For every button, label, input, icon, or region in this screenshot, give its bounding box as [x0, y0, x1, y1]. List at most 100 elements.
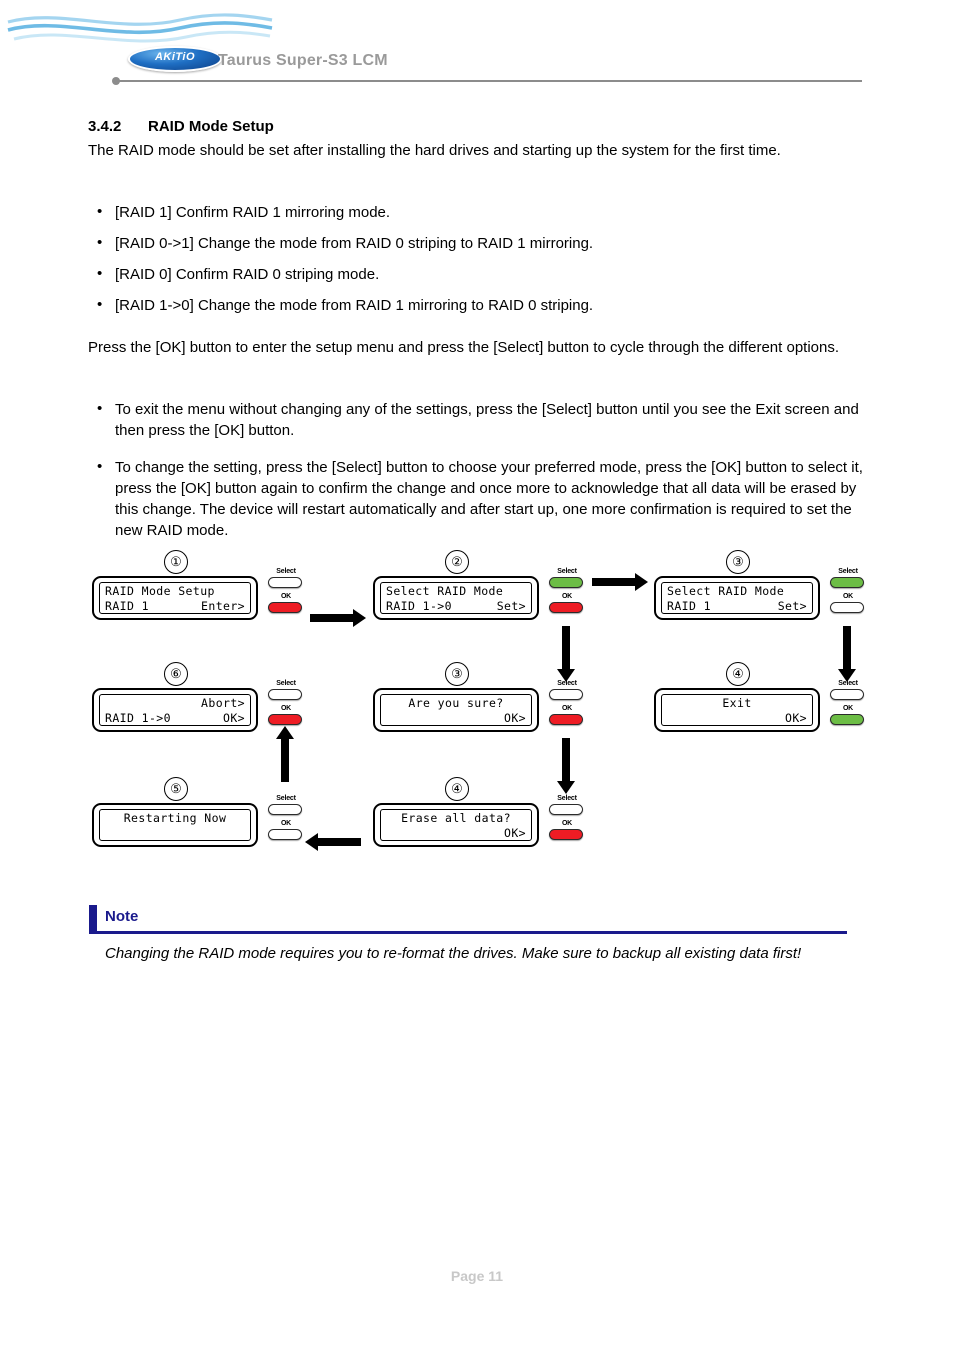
lcd-line-2: RAID 1->0 OK> — [105, 711, 245, 725]
wave-graphic — [7, 13, 273, 43]
step-number: ④ — [445, 777, 469, 801]
lcd-line-2: RAID 1->0 Set> — [386, 599, 526, 613]
ok-button-label: OK — [280, 705, 292, 712]
note-accent-bar — [89, 905, 97, 931]
arrow-r1-c2-to-c3 — [592, 573, 648, 591]
lcd-line-1: Select RAID Mode — [386, 584, 504, 598]
lcd-display: Select RAID Mode RAID 1->0 Set> — [373, 576, 539, 620]
select-button[interactable] — [549, 689, 583, 700]
page-footer: Page 11 — [450, 1268, 504, 1284]
lcd-line-2-right: Set> — [496, 599, 526, 613]
ok-button[interactable] — [268, 714, 302, 725]
button-pair-r1c1: Select OK — [268, 568, 304, 613]
lcd-screen: Select RAID Mode RAID 1 Set> — [661, 582, 813, 614]
select-button-label: Select — [838, 568, 858, 575]
select-button-label: Select — [276, 795, 296, 802]
lcd-screen: RAID Mode Setup RAID 1 Enter> — [99, 582, 251, 614]
logo-text: AKiTiO — [154, 51, 196, 63]
ok-button-label: OK — [280, 593, 292, 600]
lcd-display: Exit OK> — [654, 688, 820, 732]
lcd-screen: Exit OK> — [661, 694, 813, 726]
arrow-r1c3-down — [838, 626, 856, 682]
select-button-label: Select — [276, 568, 296, 575]
select-button[interactable] — [268, 577, 302, 588]
lcd-display: Select RAID Mode RAID 1 Set> — [654, 576, 820, 620]
note-divider — [89, 931, 847, 934]
product-title: Taurus Super-S3 LCM — [218, 52, 388, 69]
list-item: To exit the menu without changing any of… — [88, 398, 878, 441]
button-pair-r3c1: Select OK — [268, 795, 304, 840]
lcd-line-2: OK> — [504, 826, 526, 840]
lcd-line-2: RAID 1 Set> — [667, 599, 807, 613]
select-button[interactable] — [830, 577, 864, 588]
arrow-r1-c1-to-c2 — [310, 609, 366, 627]
lcd-screen: Restarting Now — [99, 809, 251, 841]
ok-button[interactable] — [549, 602, 583, 613]
lcd-line-2-left: RAID 1->0 — [105, 711, 171, 725]
note-body: Changing the RAID mode requires you to r… — [105, 945, 802, 962]
lcd-screen: Abort> RAID 1->0 OK> — [99, 694, 251, 726]
step-number: ① — [164, 550, 188, 574]
section-title: RAID Mode Setup — [148, 118, 274, 135]
ok-button-label: OK — [561, 593, 573, 600]
ok-button[interactable] — [549, 829, 583, 840]
step-number: ④ — [726, 662, 750, 686]
ok-button-label: OK — [561, 820, 573, 827]
select-button[interactable] — [268, 804, 302, 815]
list-item: [RAID 1] Confirm RAID 1 mirroring mode. — [88, 201, 878, 223]
lcd-line-2-right: OK> — [223, 711, 245, 725]
lcd-line-2-left: RAID 1 — [667, 599, 711, 613]
lcd-screen: Erase all data? OK> — [380, 809, 532, 841]
lcd-display: RAID Mode Setup RAID 1 Enter> — [92, 576, 258, 620]
step-number: ③ — [445, 662, 469, 686]
lcd-screen: Select RAID Mode RAID 1->0 Set> — [380, 582, 532, 614]
button-pair-r2c1: Select OK — [268, 680, 304, 725]
button-pair-r2c3: Select OK — [830, 680, 866, 725]
ok-button-label: OK — [561, 705, 573, 712]
instructions-lead: Press the [OK] button to enter the setup… — [88, 339, 840, 356]
arrow-r2c2-down — [557, 738, 575, 794]
select-button[interactable] — [268, 689, 302, 700]
document-page: AKiTiO Taurus Super-S3 LCM 3.4.2 RAID Mod… — [0, 0, 954, 1350]
section-intro: The RAID mode should be set after instal… — [88, 142, 781, 159]
lcd-line-1: RAID Mode Setup — [105, 584, 215, 598]
button-pair-r1c2: Select OK — [549, 568, 585, 613]
raid-setup-flow-diagram: ① RAID Mode Setup RAID 1 Enter> Select O… — [0, 548, 954, 868]
ok-button[interactable] — [830, 602, 864, 613]
section-number: 3.4.2 — [88, 118, 122, 135]
lcd-line-1: Exit — [722, 696, 752, 710]
select-button-label: Select — [838, 680, 858, 687]
akitio-logo: AKiTiO — [128, 44, 222, 74]
lcd-line-2: RAID 1 Enter> — [105, 599, 245, 613]
select-button[interactable] — [549, 577, 583, 588]
lcd-line-2-left: RAID 1->0 — [386, 599, 452, 613]
lcd-line-1: Abort> — [201, 696, 245, 710]
list-item: [RAID 0->1] Change the mode from RAID 0 … — [88, 232, 878, 254]
lcd-display: Restarting Now — [92, 803, 258, 847]
arrow-r3c1-up-to-r2c1 — [276, 726, 294, 782]
select-button[interactable] — [830, 689, 864, 700]
instruction-bullet-list: To exit the menu without changing any of… — [88, 398, 878, 541]
section-heading: 3.4.2 RAID Mode Setup — [88, 118, 274, 135]
header-rule — [118, 80, 862, 82]
lcd-display: Abort> RAID 1->0 OK> — [92, 688, 258, 732]
list-item: [RAID 1->0] Change the mode from RAID 1 … — [88, 294, 878, 316]
button-pair-r3c2: Select OK — [549, 795, 585, 840]
ok-button[interactable] — [830, 714, 864, 725]
mode-bullet-list: [RAID 1] Confirm RAID 1 mirroring mode. … — [88, 201, 878, 326]
step-number: ③ — [726, 550, 750, 574]
select-button[interactable] — [549, 804, 583, 815]
step-number: ② — [445, 550, 469, 574]
lcd-line-2-left: RAID 1 — [105, 599, 149, 613]
lcd-line-1: Select RAID Mode — [667, 584, 785, 598]
arrow-r1c2-down — [557, 626, 575, 682]
ok-button[interactable] — [549, 714, 583, 725]
ok-button[interactable] — [268, 602, 302, 613]
ok-button[interactable] — [268, 829, 302, 840]
lcd-line-1: Erase all data? — [401, 811, 511, 825]
select-button-label: Select — [276, 680, 296, 687]
page-header: AKiTiO Taurus Super-S3 LCM — [0, 0, 954, 95]
step-number: ⑥ — [164, 662, 188, 686]
lcd-line-1: Restarting Now — [123, 811, 227, 825]
lcd-line-2: OK> — [504, 711, 526, 725]
